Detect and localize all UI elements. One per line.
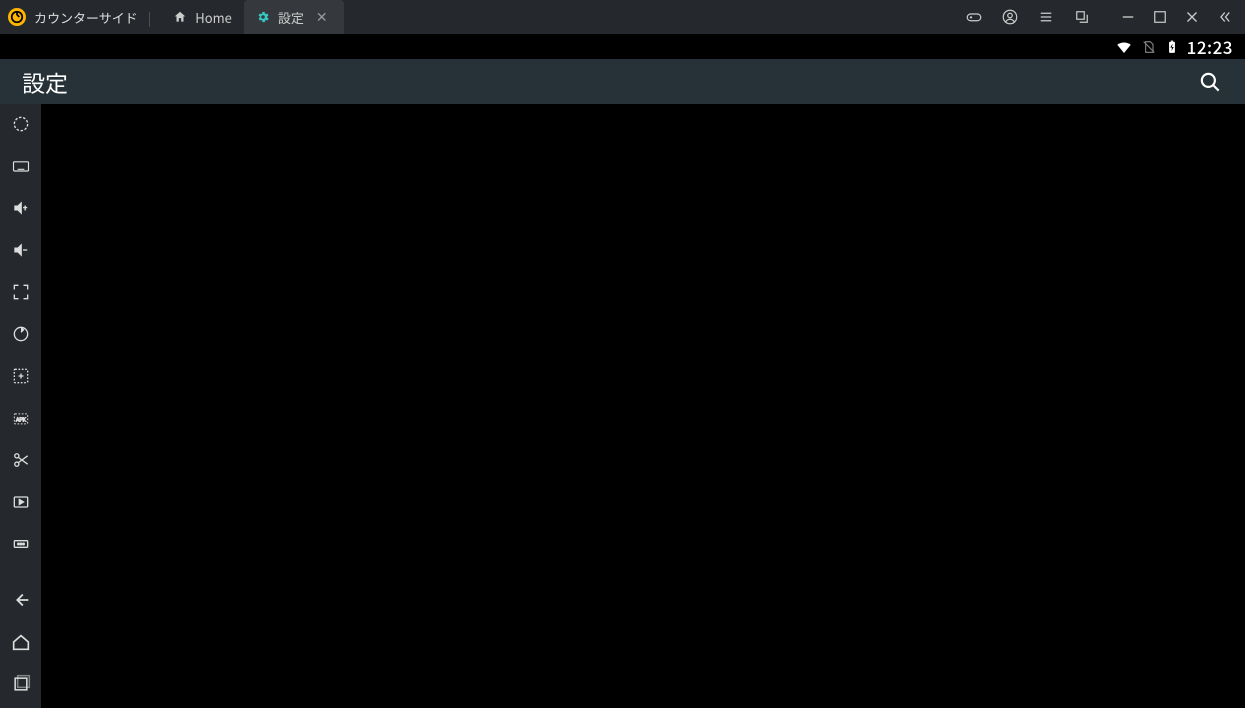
volume-down-icon[interactable] <box>7 236 35 264</box>
collapse-sidebar-button[interactable] <box>1215 8 1233 26</box>
add-icon[interactable] <box>7 362 35 390</box>
svg-text:APK: APK <box>15 417 26 423</box>
clock-label: 12:23 <box>1187 34 1233 59</box>
recents-nav-icon[interactable] <box>7 670 35 698</box>
menu-icon[interactable] <box>1037 8 1055 26</box>
more-icon[interactable] <box>7 530 35 558</box>
settings-tab-icon <box>256 10 270 24</box>
back-nav-icon[interactable] <box>7 586 35 614</box>
sidebar-settings-icon[interactable] <box>7 110 35 138</box>
play-video-icon[interactable] <box>7 488 35 516</box>
maximize-button[interactable] <box>1151 8 1169 26</box>
tab-close-button[interactable]: ✕ <box>312 7 332 27</box>
tab-settings-label: 設定 <box>278 8 304 27</box>
home-nav-icon[interactable] <box>7 628 35 656</box>
apk-icon[interactable]: APK <box>7 404 35 432</box>
app-logo-icon <box>8 8 26 26</box>
tab-home[interactable]: Home <box>161 0 244 34</box>
settings-header: 設定 <box>0 59 1245 104</box>
multiwindow-icon[interactable] <box>1073 8 1091 26</box>
gamepad-icon[interactable] <box>965 8 983 26</box>
battery-charging-icon <box>1165 38 1179 56</box>
app-name-label: カウンターサイド <box>34 8 138 27</box>
minimize-button[interactable] <box>1119 8 1137 26</box>
home-icon <box>173 10 187 24</box>
tab-home-label: Home <box>195 8 232 27</box>
volume-up-icon[interactable] <box>7 194 35 222</box>
wifi-icon <box>1115 38 1133 56</box>
account-icon[interactable] <box>1001 8 1019 26</box>
keyboard-icon[interactable] <box>7 152 35 180</box>
scissors-icon[interactable] <box>7 446 35 474</box>
title-separator: | <box>148 8 152 27</box>
tab-settings[interactable]: 設定 ✕ <box>244 0 344 34</box>
rotate-icon[interactable] <box>7 320 35 348</box>
no-sim-icon <box>1141 39 1157 55</box>
window-title-bar: カウンターサイド | Home 設定 ✕ <box>0 0 1245 34</box>
search-button[interactable] <box>1197 69 1223 95</box>
page-title: 設定 <box>22 65 68 99</box>
close-button[interactable] <box>1183 8 1201 26</box>
emulator-sidebar: APK <box>0 104 41 708</box>
fullscreen-icon[interactable] <box>7 278 35 306</box>
android-status-bar: 12:23 <box>0 34 1245 59</box>
